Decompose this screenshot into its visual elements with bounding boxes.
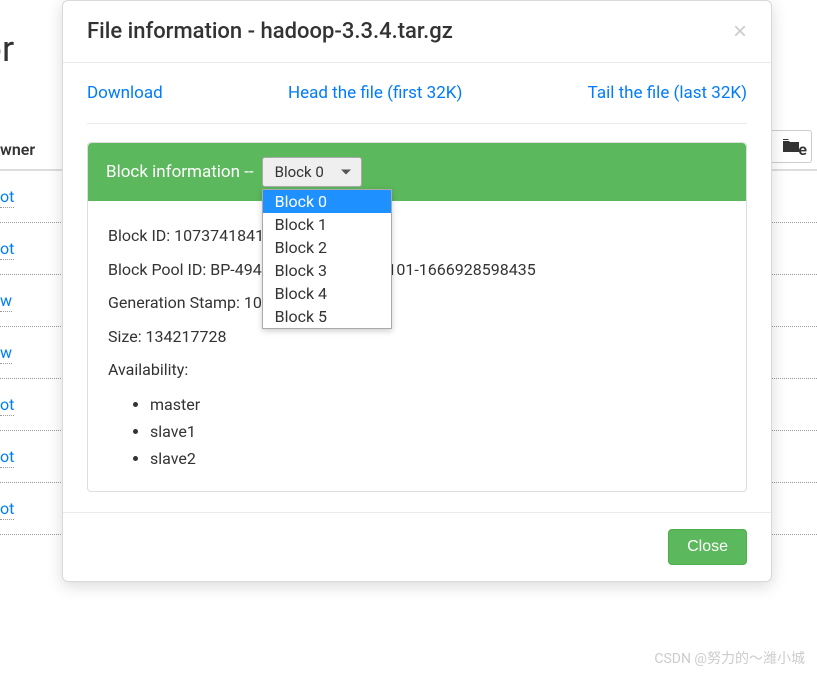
gen-stamp-label: Generation Stamp: [108,293,244,312]
block-id-row: Block ID: 1073741841 [108,219,726,253]
bg-row-cell[interactable]: ot [0,239,14,260]
bg-title-fragment: tor [0,28,14,70]
bg-row-cell[interactable]: ot [0,395,14,416]
modal-footer: Close [63,512,771,581]
bg-row-cell[interactable]: ot [0,187,14,208]
close-icon[interactable]: × [733,20,747,44]
block-details: Block ID: 1073741841 Block Pool ID: BP-4… [88,201,746,491]
tail-file-link[interactable]: Tail the file (last 32K) [588,83,747,103]
block-info-label: Block information -- [106,162,254,182]
availability-item: slave1 [150,418,726,445]
block-option-0[interactable]: Block 0 [263,190,391,213]
bg-col-owner: wner [0,140,60,159]
file-info-modal: File information - hadoop-3.3.4.tar.gz ×… [62,0,772,582]
gen-stamp-value: 10 [244,293,262,312]
file-action-links: Download Head the file (first 32K) Tail … [87,83,747,124]
pool-id-label: Block Pool ID: [108,260,210,279]
block-option-2[interactable]: Block 2 [263,236,391,259]
modal-title: File information - hadoop-3.3.4.tar.gz [87,19,453,44]
block-select[interactable]: Block 0 [262,157,362,187]
bg-col-right: e [798,140,807,159]
bg-row-cell[interactable]: w [0,343,12,364]
availability-item: master [150,391,726,418]
size-value: 134217728 [146,327,227,346]
block-option-1[interactable]: Block 1 [263,213,391,236]
bg-row-cell[interactable]: w [0,291,12,312]
block-pool-id-row: Block Pool ID: BP-494XXXXXXXXX58.1.101-1… [108,253,726,287]
size-label: Size: [108,327,146,346]
block-dropdown: Block 0 Block 1 Block 2 Block 3 Block 4 … [262,189,392,329]
availability-list: master slave1 slave2 [150,391,726,473]
block-option-5[interactable]: Block 5 [263,305,391,328]
modal-header: File information - hadoop-3.3.4.tar.gz × [63,1,771,63]
block-id-label: Block ID: [108,226,174,245]
availability-label: Availability: [108,353,726,387]
gen-stamp-row: Generation Stamp: 10 [108,286,726,320]
block-select-wrap: Block 0 Block 0 Block 1 Block 2 Block 3 … [262,157,362,187]
modal-body: Download Head the file (first 32K) Tail … [63,63,771,512]
availability-item: slave2 [150,445,726,472]
bg-row-cell[interactable]: ot [0,499,14,520]
pool-id-left: BP-494 [210,260,261,279]
bg-row-cell[interactable]: ot [0,447,14,468]
block-id-value: 1073741841 [174,226,264,245]
size-row: Size: 134217728 [108,320,726,354]
block-info-panel: Block information -- Block 0 Block 0 Blo… [87,142,747,492]
block-info-header: Block information -- Block 0 Block 0 Blo… [88,143,746,201]
download-link[interactable]: Download [87,83,163,103]
head-file-link[interactable]: Head the file (first 32K) [288,83,462,103]
block-option-4[interactable]: Block 4 [263,282,391,305]
block-option-3[interactable]: Block 3 [263,259,391,282]
watermark: CSDN @努力的～潍小城 [654,648,805,668]
close-button[interactable]: Close [668,529,747,565]
